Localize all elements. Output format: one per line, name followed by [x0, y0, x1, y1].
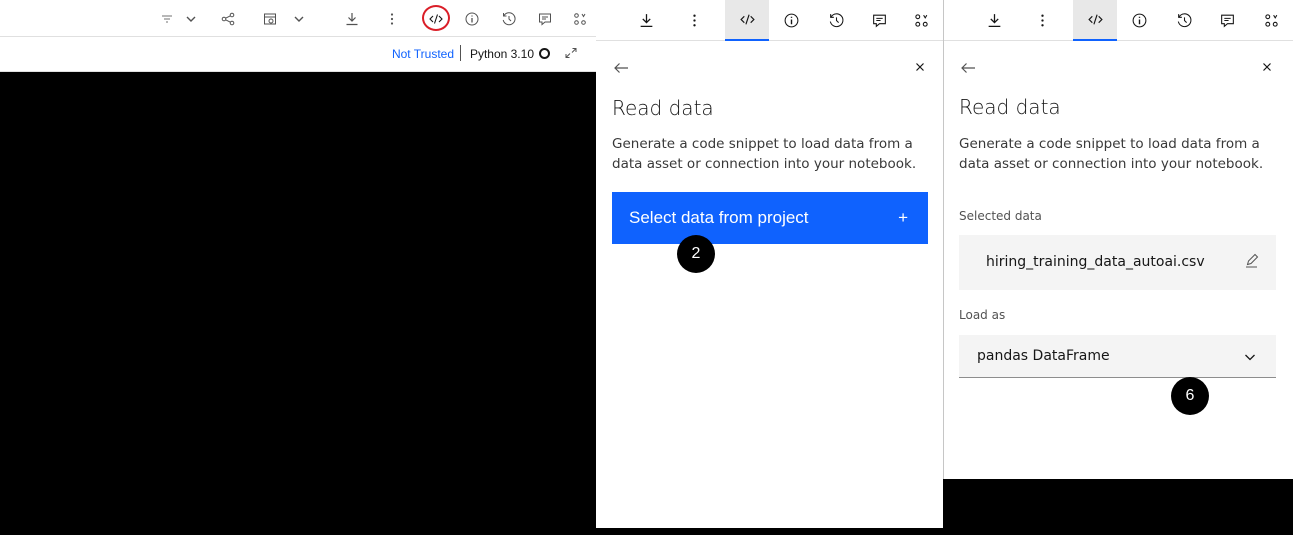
share-icon[interactable] [217, 8, 239, 30]
download-icon[interactable] [624, 0, 668, 41]
chevron-down-icon [1242, 349, 1258, 365]
kernel-name[interactable]: Python 3.10 [470, 47, 534, 61]
chevron-down-icon[interactable] [180, 8, 202, 30]
comment-icon[interactable] [857, 0, 901, 41]
panel-description-line1: Generate a code snippet to load data fro… [612, 136, 913, 152]
download-icon[interactable] [341, 8, 363, 30]
screenshot-root: Not Trusted Python 3.10 Read data Genera… [0, 0, 1293, 535]
highlight-circle [422, 5, 450, 31]
trust-status-link[interactable]: Not Trusted [392, 47, 454, 61]
select-data-button-label: Select data from project [629, 208, 809, 227]
overflow-menu-icon[interactable] [672, 0, 716, 41]
plus-icon: + [898, 208, 908, 227]
notebook-status-bar: Not Trusted Python 3.10 [0, 37, 596, 72]
selected-file-name: hiring_training_data_autoai.csv [986, 254, 1205, 270]
load-as-value: pandas DataFrame [977, 348, 1110, 364]
data-icon[interactable] [569, 8, 591, 30]
step-badge: 6 [1171, 377, 1209, 415]
back-arrow-icon[interactable] [612, 59, 630, 77]
info-icon[interactable] [1117, 0, 1161, 41]
schedule-icon[interactable] [259, 8, 281, 30]
selected-data-label: Selected data [959, 209, 1042, 223]
selected-file-tile: hiring_training_data_autoai.csv [959, 235, 1276, 290]
history-icon[interactable] [498, 8, 520, 30]
expand-icon[interactable] [563, 45, 579, 61]
load-as-label: Load as [959, 308, 1006, 322]
overflow-menu-icon[interactable] [1020, 0, 1064, 41]
kernel-status-icon [539, 48, 550, 59]
data-icon[interactable] [1249, 0, 1293, 41]
panel-tab-bar [596, 0, 943, 41]
history-icon[interactable] [814, 0, 858, 41]
download-icon[interactable] [972, 0, 1016, 41]
notebook-area: Not Trusted Python 3.10 [0, 0, 596, 535]
status-divider [460, 45, 461, 61]
edit-icon[interactable] [1243, 253, 1260, 270]
schedule-chevron-icon[interactable] [288, 8, 310, 30]
panel-title: Read data [612, 96, 714, 120]
close-icon[interactable] [912, 59, 928, 75]
data-icon[interactable] [899, 0, 943, 41]
read-data-panel-step2: Read data Generate a code snippet to loa… [943, 0, 1293, 479]
filter-icon[interactable] [156, 8, 178, 30]
close-icon[interactable] [1259, 59, 1275, 75]
comment-icon[interactable] [534, 8, 556, 30]
notebook-toolbar [0, 0, 596, 37]
info-icon[interactable] [769, 0, 813, 41]
history-icon[interactable] [1162, 0, 1206, 41]
panel-description-line2: data asset or connection into your noteb… [959, 156, 1264, 172]
back-arrow-icon[interactable] [959, 59, 977, 77]
comment-icon[interactable] [1205, 0, 1249, 41]
code-snippet-tab[interactable] [1073, 0, 1117, 41]
step-badge: 2 [677, 235, 715, 273]
read-data-panel-step1: Read data Generate a code snippet to loa… [596, 0, 943, 528]
info-icon[interactable] [461, 8, 483, 30]
overflow-menu-icon[interactable] [381, 8, 403, 30]
select-data-button[interactable]: Select data from project + [612, 192, 928, 244]
panel-tab-bar [944, 0, 1293, 41]
load-as-select[interactable]: pandas DataFrame [959, 335, 1276, 378]
panel-description-line2: data asset or connection into your noteb… [612, 156, 917, 172]
panel-title: Read data [959, 95, 1061, 119]
code-snippet-tab[interactable] [725, 0, 769, 41]
panel-description-line1: Generate a code snippet to load data fro… [959, 136, 1260, 152]
